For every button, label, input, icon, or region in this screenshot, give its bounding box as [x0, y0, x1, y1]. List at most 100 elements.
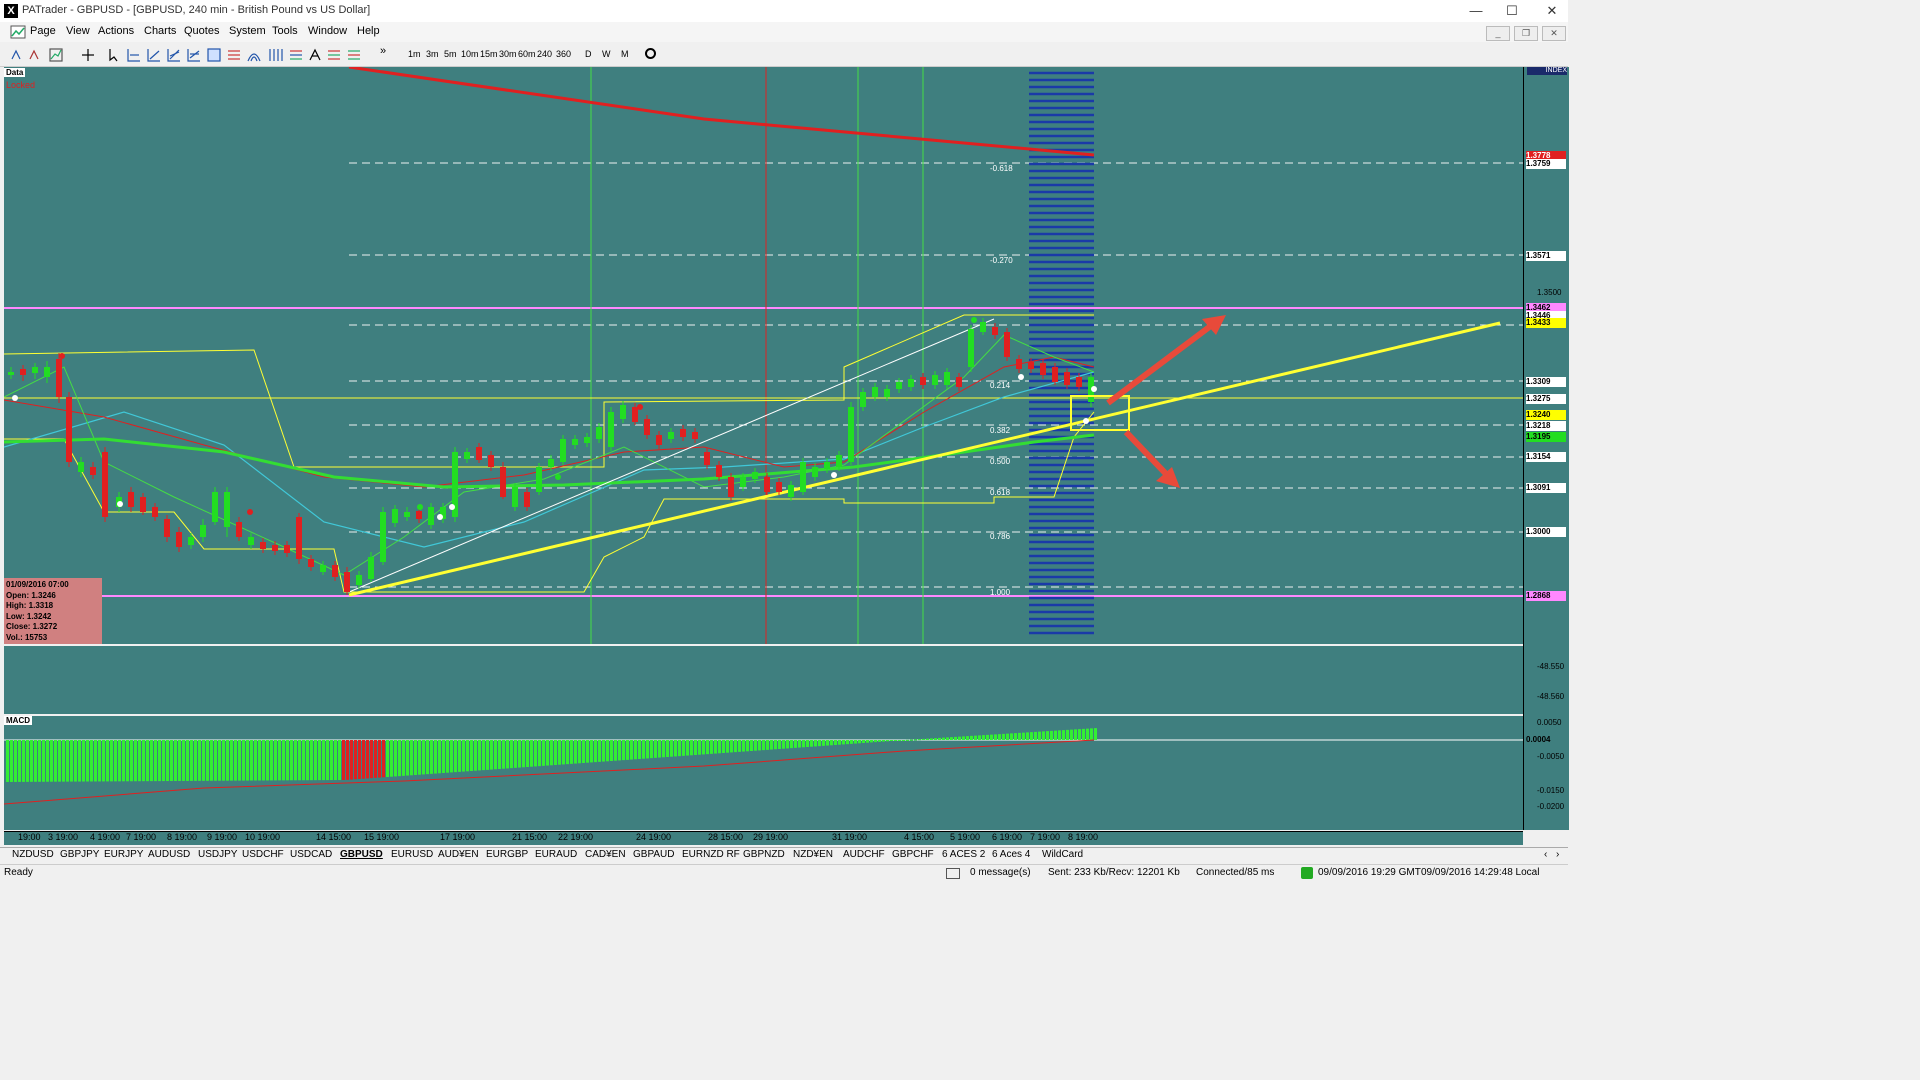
tab-usdchf[interactable]: USDCHF — [242, 849, 284, 860]
macd-histogram-bar — [570, 740, 573, 764]
macd-histogram-bar — [878, 740, 881, 742]
macd-histogram-bar — [90, 740, 93, 782]
timeframe-monthly[interactable]: M — [621, 49, 629, 59]
macd-histogram-bar — [366, 740, 369, 779]
candle — [368, 557, 374, 579]
menu-system[interactable]: System — [229, 25, 266, 37]
macd-histogram-bar — [1050, 730, 1053, 740]
status-messages[interactable]: 0 message(s) — [970, 867, 1031, 878]
macd-histogram-bar — [54, 740, 57, 782]
tab-eurjpy[interactable]: EURJPY — [104, 849, 143, 860]
tab-scroll-right-button[interactable]: › — [1556, 849, 1559, 860]
indicator-pane[interactable] — [4, 646, 1523, 714]
candle — [620, 405, 626, 419]
tab-audchf[interactable]: AUDCHF — [843, 849, 885, 860]
macd-histogram-bar — [490, 740, 493, 770]
macd-histogram-bar — [638, 740, 641, 759]
tab-usdjpy[interactable]: USDJPY — [198, 849, 237, 860]
tab-nzdusd[interactable]: NZDUSD — [12, 849, 54, 860]
macd-histogram-bar — [594, 740, 597, 763]
fib-label: 1.000 — [990, 588, 1011, 597]
timeframe-15m[interactable]: 15m — [480, 49, 498, 59]
swing-point-marker — [437, 514, 443, 520]
timeframe-360[interactable]: 360 — [556, 49, 571, 59]
macd-histogram-bar — [162, 740, 165, 782]
mdi-minimize-button[interactable]: _ — [1486, 26, 1510, 41]
timeframe-60m[interactable]: 60m — [518, 49, 536, 59]
tab-euraud[interactable]: EURAUD — [535, 849, 577, 860]
macd-histogram-bar — [906, 739, 909, 741]
message-icon[interactable] — [946, 868, 960, 879]
menu-actions[interactable]: Actions — [98, 25, 134, 37]
macd-histogram-bar — [1070, 729, 1073, 740]
tab-gbpjpy[interactable]: GBPJPY — [60, 849, 99, 860]
tab-audusd[interactable]: AUDUSD — [148, 849, 190, 860]
macd-histogram-bar — [666, 740, 669, 757]
timeframe-3m[interactable]: 3m — [426, 49, 439, 59]
candle — [548, 459, 554, 467]
tab-usdcad[interactable]: USDCAD — [290, 849, 332, 860]
toolbar-overflow-button[interactable]: » — [380, 45, 386, 57]
macd-histogram-bar — [714, 740, 717, 754]
tab-gbpnzd[interactable]: GBPNZD — [743, 849, 785, 860]
tab-cad-en[interactable]: CAD¥EN — [585, 849, 626, 860]
candle — [560, 439, 566, 462]
macd-histogram-bar — [250, 740, 253, 781]
macd-histogram-bar — [702, 740, 705, 755]
macd-histogram-bar — [726, 740, 729, 753]
macd-histogram-bar — [654, 740, 657, 758]
chart-page-icon[interactable] — [10, 25, 26, 39]
price-axis[interactable] — [1523, 67, 1569, 830]
timeframe-10m[interactable]: 10m — [461, 49, 479, 59]
menu-page[interactable]: Page — [30, 25, 56, 37]
macd-histogram-bar — [998, 734, 1001, 740]
menu-help[interactable]: Help — [357, 25, 380, 37]
close-button[interactable]: ✕ — [1532, 0, 1572, 22]
macd-histogram-bar — [982, 735, 985, 740]
candle — [812, 467, 818, 477]
time-label: 4 15:00 — [904, 832, 935, 842]
tab-wildcard[interactable]: WildCard — [1042, 849, 1083, 860]
bar-volume: Vol.: 15753 — [6, 632, 48, 642]
maximize-button[interactable]: ☐ — [1492, 0, 1532, 22]
bar-date: 01/09/2016 07:00 — [6, 580, 69, 589]
menu-quotes[interactable]: Quotes — [184, 25, 219, 37]
tab-eurnzd-rf[interactable]: EURNZD RF — [682, 849, 740, 860]
menu-tools[interactable]: Tools — [272, 25, 298, 37]
macd-histogram-bar — [470, 740, 473, 771]
mdi-close-button[interactable]: ✕ — [1542, 26, 1566, 41]
macd-histogram-bar — [130, 740, 133, 782]
timeframe-30m[interactable]: 30m — [499, 49, 517, 59]
macd-histogram-bar — [34, 740, 37, 782]
macd-histogram-bar — [206, 740, 209, 781]
tab-eurusd[interactable]: EURUSD — [391, 849, 433, 860]
menu-view[interactable]: View — [66, 25, 90, 37]
tab-6-aces-2[interactable]: 6 ACES 2 — [942, 849, 985, 860]
candle — [102, 452, 108, 517]
tab-scroll-left-button[interactable]: ‹ — [1544, 849, 1547, 860]
candle — [78, 462, 84, 472]
mdi-restore-button[interactable]: ❐ — [1514, 26, 1538, 41]
macd-histogram-bar — [774, 740, 777, 750]
time-label: 15 19:00 — [364, 832, 400, 842]
tab-gbpaud[interactable]: GBPAUD — [633, 849, 675, 860]
tab-gbpchf[interactable]: GBPCHF — [892, 849, 934, 860]
tab-6-aces-4[interactable]: 6 Aces 4 — [992, 849, 1030, 860]
macd-histogram-bar — [26, 740, 29, 782]
minimize-button[interactable]: — — [1456, 0, 1496, 22]
tab-gbpusd[interactable]: GBPUSD — [340, 849, 383, 860]
macd-histogram-bar — [318, 740, 321, 781]
timeframe-1m[interactable]: 1m — [408, 49, 421, 59]
macd-histogram-bar — [1058, 730, 1061, 740]
timeframe-5m[interactable]: 5m — [444, 49, 457, 59]
timeframe-weekly[interactable]: W — [602, 49, 611, 59]
tab-eurgbp[interactable]: EURGBP — [486, 849, 528, 860]
tab-aud-en[interactable]: AUD¥EN — [438, 849, 479, 860]
timeframe-daily[interactable]: D — [585, 49, 592, 59]
menu-window[interactable]: Window — [308, 25, 347, 37]
timeframe-240[interactable]: 240 — [537, 49, 552, 59]
clock-icon[interactable] — [645, 48, 656, 59]
candle — [344, 572, 350, 592]
tab-nzd-en[interactable]: NZD¥EN — [793, 849, 833, 860]
menu-charts[interactable]: Charts — [144, 25, 176, 37]
